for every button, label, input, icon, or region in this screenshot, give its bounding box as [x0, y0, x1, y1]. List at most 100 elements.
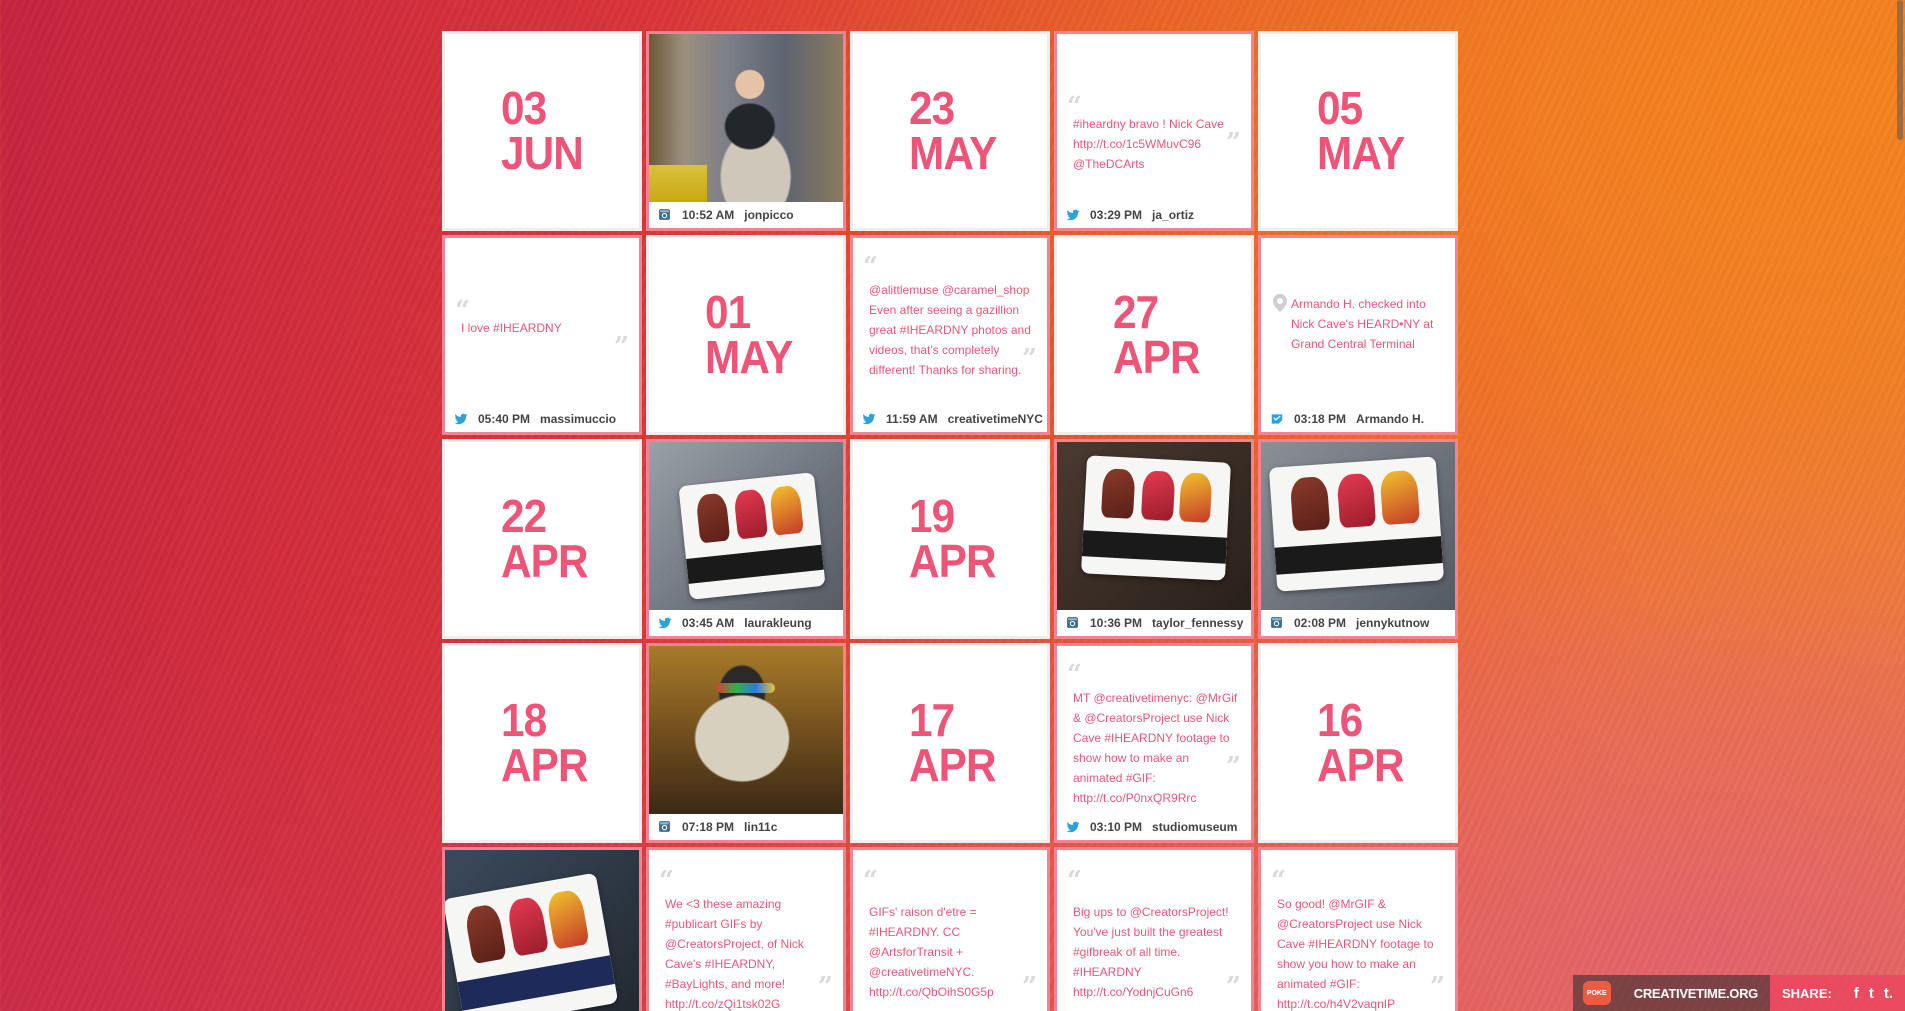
post-username[interactable]: laurakleung: [744, 616, 811, 630]
twitter-icon[interactable]: t: [1869, 985, 1874, 1002]
horse-figure: [1178, 471, 1213, 523]
twitter-icon: [862, 412, 876, 426]
photo-post-tile[interactable]: 07:18 PM lin11c: [646, 643, 846, 843]
photo-post-tile[interactable]: 10:36 PM taylor_fennessy: [1054, 439, 1254, 639]
date-month: APR: [501, 535, 589, 587]
date-month: MAY: [909, 127, 997, 179]
open-quote-icon: “: [659, 866, 674, 896]
post-text: We <3 these amazing #publicart GIFs by @…: [665, 897, 804, 1011]
metrocard-illustration: [1081, 455, 1231, 581]
date-month: APR: [1113, 331, 1201, 383]
date-tile: 22 APR: [442, 439, 642, 639]
tumblr-icon[interactable]: t.: [1884, 985, 1893, 1002]
date-day: 27: [1113, 286, 1159, 338]
horse-figure: [1379, 470, 1420, 525]
text-post-tile[interactable]: “” GIFs' raison d'etre = #IHEARDNY. CC @A…: [850, 847, 1050, 1011]
post-text: @alittlemuse @caramel_shop Even after se…: [869, 283, 1031, 377]
text-post-tile[interactable]: “” So good! @MrGIF & @CreatorsProject use…: [1258, 847, 1458, 1011]
date-day: 01: [705, 286, 751, 338]
text-post-tile[interactable]: Armando H. checked into Nick Cave's HEAR…: [1258, 235, 1458, 435]
post-text: GIFs' raison d'etre = #IHEARDNY. CC @Art…: [869, 905, 994, 999]
post-time: 03:29 PM: [1090, 208, 1143, 222]
post-meta: 03:29 PM ja_ortiz: [1057, 202, 1251, 228]
footer-bar: POKE CREATIVETIME.ORG SHARE: f t t.: [1572, 975, 1905, 1011]
text-post-tile[interactable]: “” Big ups to @CreatorsProject! You've ju…: [1054, 847, 1254, 1011]
photo-post-tile[interactable]: [442, 847, 642, 1011]
post-time: 10:36 PM: [1090, 616, 1143, 630]
post-photo[interactable]: [1057, 442, 1251, 610]
date-day: 19: [909, 490, 955, 542]
metrocard-illustration: [678, 472, 826, 600]
text-post-tile[interactable]: “” @alittlemuse @caramel_shop Even after …: [850, 235, 1050, 435]
post-meta: 10:36 PM taylor_fennessy: [1057, 610, 1251, 636]
post-username[interactable]: taylor_fennessy: [1152, 616, 1243, 630]
post-time: 03:18 PM: [1294, 412, 1347, 426]
photo-post-tile[interactable]: 10:52 AM jonpicco: [646, 31, 846, 231]
date-tile: 16 APR: [1258, 643, 1458, 843]
horse-figure: [768, 485, 804, 537]
post-username[interactable]: jennykutnow: [1356, 616, 1429, 630]
post-text: So good! @MrGIF & @CreatorsProject use N…: [1277, 897, 1434, 1011]
text-post-tile[interactable]: “” We <3 these amazing #publicart GIFs by…: [646, 847, 846, 1011]
post-photo[interactable]: [445, 850, 639, 1011]
date-tile: 23 MAY: [850, 31, 1050, 231]
share-bar: SHARE: f t t.: [1769, 975, 1905, 1011]
post-time: 02:08 PM: [1294, 616, 1347, 630]
horse-figure: [545, 888, 589, 950]
date-tile: 03 JUN: [442, 31, 642, 231]
foursquare-icon: [1270, 412, 1284, 426]
instagram-icon: [658, 820, 672, 834]
post-username[interactable]: ja_ortiz: [1152, 208, 1194, 222]
post-username[interactable]: jonpicco: [744, 208, 793, 222]
date-month: APR: [1317, 739, 1405, 791]
text-post-tile[interactable]: “” I love #IHEARDNY 05:40 PM massimuccio: [442, 235, 642, 435]
date-tile: 05 MAY: [1258, 31, 1458, 231]
horse-figure: [1289, 476, 1330, 532]
open-quote-icon: “: [1067, 866, 1082, 896]
twitter-icon: [1066, 820, 1080, 834]
date-month: APR: [909, 739, 997, 791]
instagram-icon: [1270, 616, 1284, 630]
post-meta: 03:45 AM laurakleung: [649, 610, 843, 636]
date-day: 05: [1317, 82, 1363, 134]
horse-figure: [733, 488, 769, 540]
twitter-icon: [1066, 208, 1080, 222]
post-photo[interactable]: [649, 442, 843, 610]
post-time: 11:59 AM: [886, 412, 938, 426]
text-post-tile[interactable]: “” #iheardny bravo ! Nick Cave http://t.c…: [1054, 31, 1254, 231]
text-post-tile[interactable]: “” MT @creativetimenyc: @MrGif & @Creator…: [1054, 643, 1254, 843]
post-username[interactable]: massimuccio: [540, 412, 616, 426]
post-username[interactable]: lin11c: [744, 820, 777, 834]
post-text: Armando H. checked into Nick Cave's HEAR…: [1291, 297, 1434, 351]
post-meta: 07:18 PM lin11c: [649, 814, 843, 840]
magnetic-stripe: [457, 955, 616, 1011]
location-pin-icon: [1273, 294, 1287, 312]
post-time: 10:52 AM: [682, 208, 735, 222]
metrocard-illustration: [445, 872, 619, 1011]
poke-logo: POKE: [1582, 981, 1611, 1005]
post-photo[interactable]: [1261, 442, 1455, 610]
scrollbar-thumb[interactable]: [1897, 0, 1903, 140]
facebook-icon[interactable]: f: [1854, 985, 1859, 1002]
date-day: 22: [501, 490, 547, 542]
photo-post-tile[interactable]: 02:08 PM jennykutnow: [1258, 439, 1458, 639]
twitter-icon: [454, 412, 468, 426]
post-time: 03:45 AM: [682, 616, 735, 630]
instagram-icon: [658, 208, 672, 222]
open-quote-icon: “: [863, 866, 878, 896]
horse-figure: [463, 903, 507, 964]
open-quote-icon: “: [1271, 866, 1286, 896]
brand-link[interactable]: POKE CREATIVETIME.ORG: [1572, 975, 1770, 1011]
date-tile: 18 APR: [442, 643, 642, 843]
post-username[interactable]: Armando H.: [1356, 412, 1424, 426]
post-photo[interactable]: [649, 34, 843, 203]
post-username[interactable]: studiomuseum: [1152, 820, 1237, 834]
magnetic-stripe: [1274, 535, 1443, 575]
post-meta: 03:18 PM Armando H.: [1261, 406, 1455, 432]
post-username[interactable]: creativetimeNYC: [948, 412, 1043, 426]
post-time: 03:10 PM: [1090, 820, 1143, 834]
date-tile: 01 MAY: [646, 235, 846, 435]
horse-figure: [1335, 473, 1377, 528]
post-photo[interactable]: [649, 646, 843, 814]
photo-post-tile[interactable]: 03:45 AM laurakleung: [646, 439, 846, 639]
